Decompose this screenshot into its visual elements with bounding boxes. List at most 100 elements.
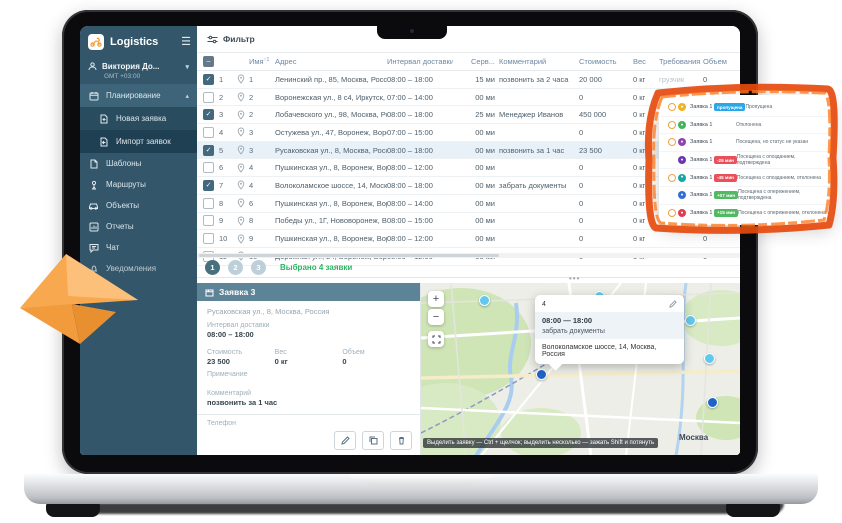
map-panel[interactable]: + − 4 bbox=[421, 283, 740, 455]
cell-service: 00 ми bbox=[453, 93, 499, 102]
app-logo[interactable]: Logistics ☰ bbox=[80, 26, 197, 56]
sidebar-item-routes[interactable]: Маршруты bbox=[80, 174, 197, 195]
row-checkbox[interactable] bbox=[203, 233, 214, 244]
sidebar-item-objects[interactable]: Объекты bbox=[80, 195, 197, 216]
column-header-cost[interactable]: Стоимость bbox=[579, 57, 633, 66]
app-title: Logistics bbox=[110, 36, 175, 48]
user-icon bbox=[88, 62, 97, 71]
sidebar-item-new-request[interactable]: Новая заявка bbox=[80, 107, 197, 130]
row-checkbox[interactable] bbox=[203, 127, 214, 138]
scooter-logo-icon bbox=[88, 34, 104, 50]
legend-request-label: Заявка 1 bbox=[690, 192, 714, 198]
legend-row: ● Заявка 1 -45 мин Посещена с опозданием… bbox=[659, 169, 833, 187]
pin-icon[interactable] bbox=[237, 92, 249, 102]
row-checkbox[interactable] bbox=[203, 198, 214, 209]
volume-label: Объем bbox=[342, 349, 410, 356]
comment-value: позвонить за 1 час bbox=[207, 398, 410, 407]
row-number: 7 bbox=[219, 181, 237, 190]
page-button-3[interactable]: 3 bbox=[251, 260, 266, 275]
cost-label: Стоимость bbox=[207, 349, 275, 356]
table-row[interactable]: 10 9 Пушкинская ул., 8, Воронеж, Вор... … bbox=[197, 230, 740, 248]
zoom-in-button[interactable]: + bbox=[428, 291, 444, 307]
map-marker[interactable] bbox=[685, 315, 696, 326]
legend-description: Посещена с опережением, подтверждена bbox=[738, 189, 826, 201]
pencil-icon[interactable] bbox=[669, 300, 677, 308]
interval-label: Интервал доставки bbox=[207, 322, 410, 329]
status-marker-icon: ● bbox=[678, 103, 686, 111]
pin-icon[interactable] bbox=[237, 198, 249, 208]
legend-description: Посещена с опозданием, отклонена bbox=[737, 175, 825, 181]
pin-icon[interactable] bbox=[237, 163, 249, 173]
page-button-2[interactable]: 2 bbox=[228, 260, 243, 275]
sidebar-item-planning[interactable]: Планирование ▴ bbox=[80, 84, 197, 107]
map-marker-selected[interactable] bbox=[707, 397, 718, 408]
cell-address: Пушкинская ул., 8, Воронеж, Вор... bbox=[275, 199, 387, 208]
cell-interval: 08:00 – 18:00 bbox=[387, 146, 453, 155]
page-button-1[interactable]: 1 bbox=[205, 260, 220, 275]
cell-weight: 0 кг bbox=[633, 199, 659, 208]
column-header-address[interactable]: Адрес bbox=[275, 57, 387, 66]
cell-name: 6 bbox=[249, 199, 275, 208]
cell-cost: 0 bbox=[579, 128, 633, 137]
clock-status-icon bbox=[668, 121, 676, 129]
row-checkbox[interactable] bbox=[203, 162, 214, 173]
pagination: 1 2 3 Выбрано 4 заявки bbox=[197, 258, 740, 277]
legend-row: ● Заявка 1 +15 мин Посещена с опережение… bbox=[659, 205, 833, 222]
weight-label: Вес bbox=[275, 349, 343, 356]
status-legend-popup: ● Заявка 1 пропущена Пропущена ● Заявка … bbox=[659, 95, 833, 225]
edit-button[interactable] bbox=[334, 431, 356, 450]
column-header-volume[interactable]: Объем bbox=[703, 57, 731, 66]
splitter-handle[interactable]: ••• bbox=[569, 274, 580, 283]
cell-name: 3 bbox=[249, 128, 275, 137]
cell-address: Воронежская ул., 8 с4, Иркутск, И... bbox=[275, 93, 387, 102]
pin-icon[interactable] bbox=[237, 127, 249, 137]
pin-icon[interactable] bbox=[237, 216, 249, 226]
legend-description: Посещена, но статус не указан bbox=[736, 139, 824, 145]
row-number: 10 bbox=[219, 234, 237, 243]
delete-button[interactable] bbox=[390, 431, 412, 450]
row-checkbox[interactable] bbox=[203, 109, 214, 120]
row-checkbox[interactable] bbox=[203, 74, 214, 85]
scrollbar-thumb[interactable] bbox=[199, 254, 499, 257]
select-all-checkbox[interactable] bbox=[203, 56, 214, 67]
pin-icon[interactable] bbox=[237, 74, 249, 84]
column-header-interval[interactable]: Интервал доставки bbox=[387, 57, 453, 66]
cell-service: 00 ми bbox=[453, 181, 499, 190]
pin-icon[interactable] bbox=[237, 180, 249, 190]
cell-volume: 0 bbox=[703, 75, 731, 84]
status-marker-icon: ● bbox=[678, 191, 686, 199]
row-checkbox[interactable] bbox=[203, 145, 214, 156]
row-checkbox[interactable] bbox=[203, 215, 214, 226]
column-header-requirements[interactable]: Требования bbox=[659, 57, 703, 66]
filter-button[interactable]: Фильтр bbox=[207, 34, 255, 44]
sidebar-item-label: Отчеты bbox=[106, 222, 134, 231]
fullscreen-button[interactable] bbox=[428, 331, 444, 347]
pin-icon[interactable] bbox=[237, 234, 249, 244]
map-marker-selected[interactable] bbox=[536, 369, 547, 380]
column-header-service[interactable]: Серв... bbox=[453, 57, 499, 66]
chevron-up-icon: ▴ bbox=[185, 92, 189, 100]
divider bbox=[197, 414, 420, 415]
menu-burger-icon[interactable]: ☰ bbox=[181, 37, 191, 48]
map-marker[interactable] bbox=[479, 295, 490, 306]
cell-interval: 08:00 – 12:00 bbox=[387, 234, 453, 243]
map-marker[interactable] bbox=[704, 353, 715, 364]
sidebar-item-templates[interactable]: Шаблоны bbox=[80, 153, 197, 174]
sidebar-item-import-requests[interactable]: Импорт заявок bbox=[80, 130, 197, 153]
row-number: 6 bbox=[219, 163, 237, 172]
user-menu[interactable]: Виктория До... ▾ GMT +03:00 bbox=[80, 56, 197, 84]
column-header-name[interactable]: Имя↑1 bbox=[249, 57, 275, 66]
row-checkbox[interactable] bbox=[203, 180, 214, 191]
pin-icon[interactable] bbox=[237, 145, 249, 155]
row-number: 1 bbox=[219, 75, 237, 84]
pin-icon[interactable] bbox=[237, 110, 249, 120]
table-row[interactable]: 1 1 Ленинский пр., 85, Москва, Россия 08… bbox=[197, 71, 740, 89]
sidebar-item-reports[interactable]: Отчеты bbox=[80, 216, 197, 237]
page: Logistics ☰ Виктория До... ▾ GMT +03:00 bbox=[0, 0, 842, 523]
cell-comment: Менеджер Иванов bbox=[499, 110, 579, 119]
column-header-comment[interactable]: Комментарий bbox=[499, 57, 579, 66]
column-header-weight[interactable]: Вес bbox=[633, 57, 659, 66]
duplicate-button[interactable] bbox=[362, 431, 384, 450]
row-checkbox[interactable] bbox=[203, 92, 214, 103]
zoom-out-button[interactable]: − bbox=[428, 309, 444, 325]
